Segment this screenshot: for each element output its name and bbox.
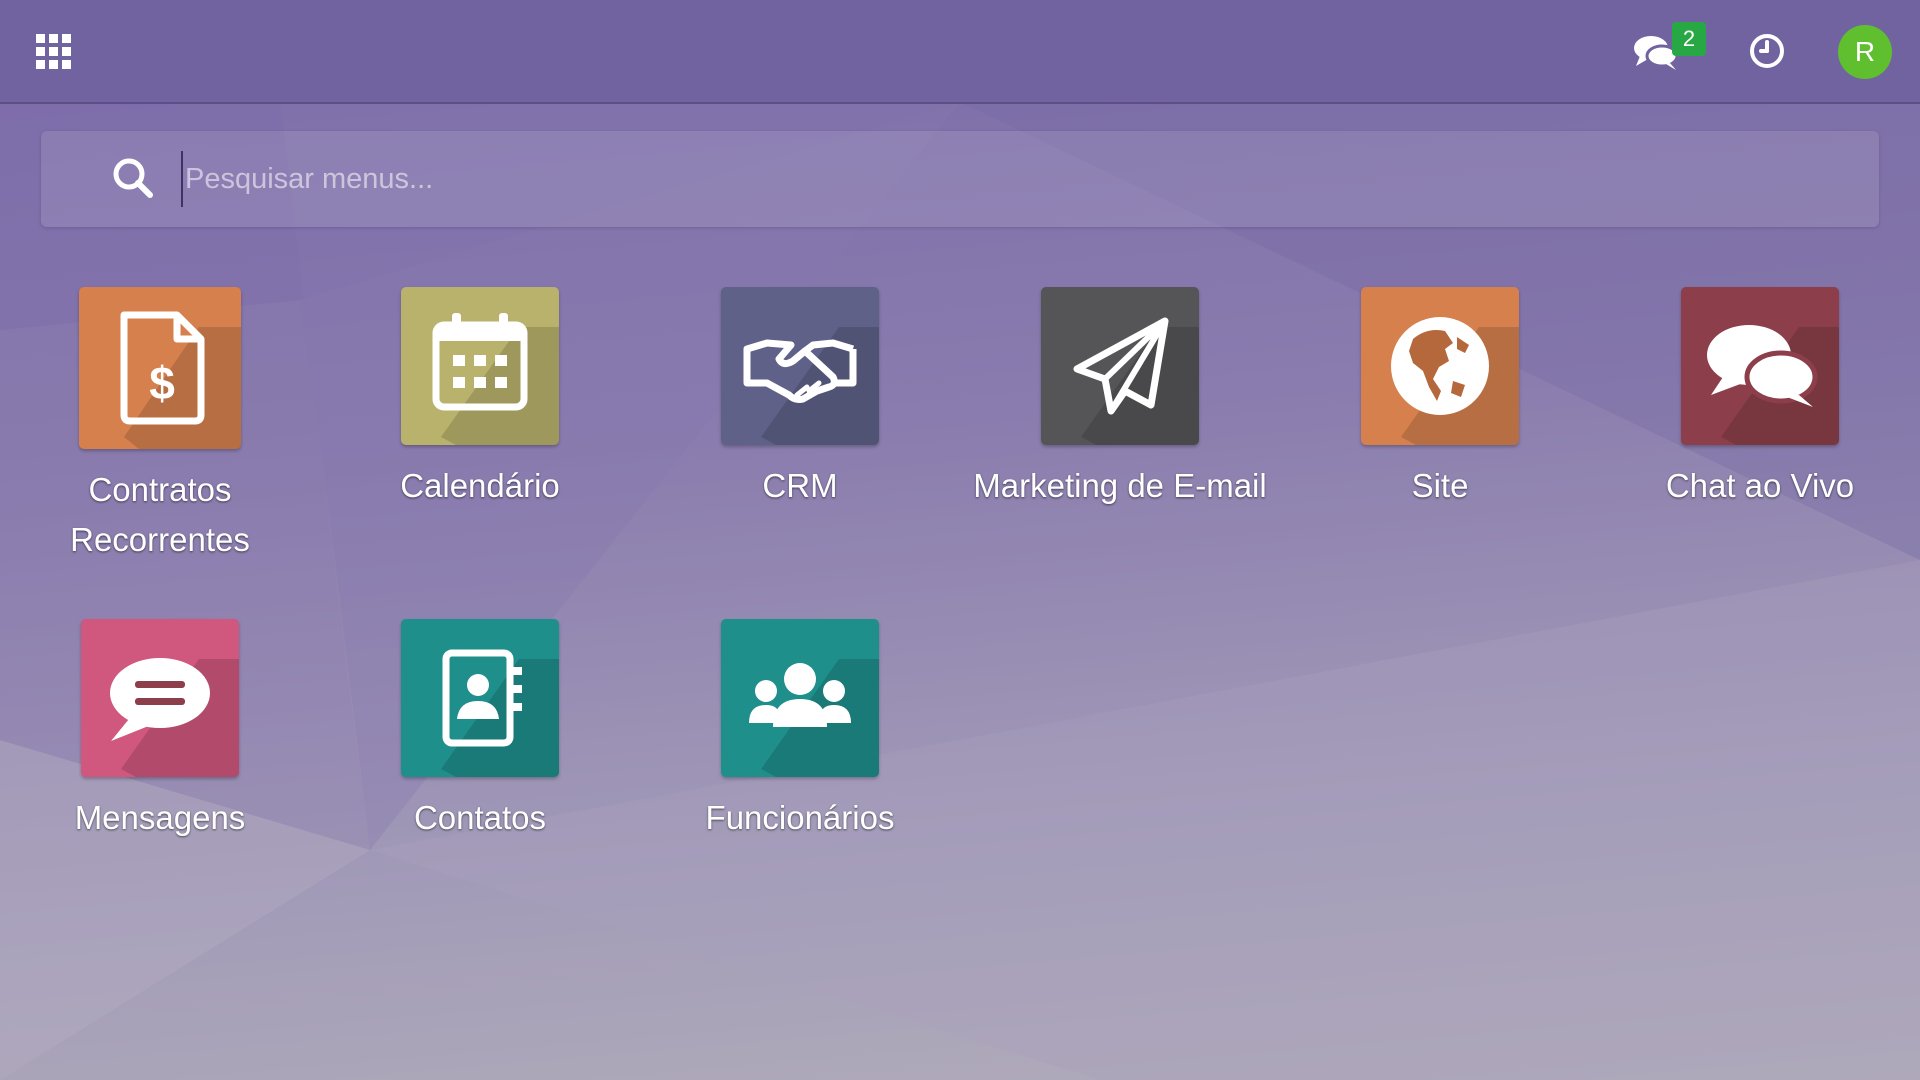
app-contratos-recorrentes[interactable]: $ Contratos Recorrentes <box>0 287 320 565</box>
people-group-icon <box>749 663 851 727</box>
app-label: Site <box>1411 467 1469 504</box>
app-tile <box>1041 287 1199 445</box>
invoice-dollar-icon: $ <box>120 311 205 425</box>
svg-text:$: $ <box>149 357 175 409</box>
apps-menu-button[interactable] <box>36 34 72 70</box>
message-bubble-icon <box>110 658 210 741</box>
app-tile <box>721 287 879 445</box>
address-book-icon <box>442 649 522 747</box>
app-tile <box>1681 287 1839 445</box>
app-contatos[interactable]: Contatos <box>320 619 640 843</box>
globe-icon <box>1391 317 1489 415</box>
app-label: Mensagens <box>74 799 246 836</box>
clock-icon <box>1750 34 1784 68</box>
paper-plane-icon <box>1073 317 1169 415</box>
app-tile: $ <box>79 287 241 449</box>
chat-bubbles-icon <box>1707 325 1818 407</box>
app-tile <box>721 619 879 777</box>
app-chat-ao-vivo[interactable]: Chat ao Vivo <box>1600 287 1920 511</box>
calendar-icon <box>432 313 528 411</box>
app-mensagens[interactable]: Mensagens <box>0 619 320 843</box>
app-marketing-de-email[interactable]: Marketing de E-mail <box>960 287 1280 511</box>
menu-search-bar <box>41 131 1879 227</box>
menu-search-input[interactable] <box>181 151 1825 207</box>
app-label: Contratos Recorrentes <box>70 471 250 558</box>
app-tile <box>1361 287 1519 445</box>
app-label: Chat ao Vivo <box>1665 467 1855 504</box>
grid-icon <box>36 34 71 69</box>
handshake-icon <box>743 339 857 403</box>
app-tile <box>401 619 559 777</box>
user-avatar[interactable]: R <box>1838 25 1892 79</box>
app-site[interactable]: Site <box>1280 287 1600 511</box>
app-label: CRM <box>762 467 838 504</box>
app-tile <box>401 287 559 445</box>
app-tile <box>81 619 239 777</box>
chat-badge-count: 2 <box>1672 22 1706 56</box>
app-crm[interactable]: CRM <box>640 287 960 511</box>
app-label: Marketing de E-mail <box>973 467 1267 504</box>
app-label: Calendário <box>400 467 560 504</box>
app-label: Funcionários <box>705 799 895 836</box>
app-label: Contatos <box>413 799 547 836</box>
top-navbar: 2 R <box>0 0 1920 104</box>
activity-menu-button[interactable] <box>1748 32 1786 70</box>
app-funcionarios[interactable]: Funcionários <box>640 619 960 843</box>
app-calendario[interactable]: Calendário <box>320 287 640 511</box>
search-icon <box>113 158 153 198</box>
